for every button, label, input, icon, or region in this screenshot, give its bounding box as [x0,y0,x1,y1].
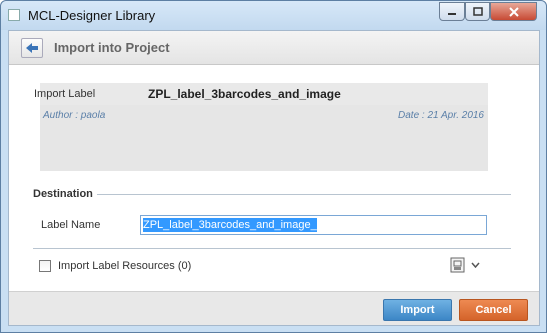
chevron-down-icon [471,262,480,268]
dialog-header: Import into Project [9,31,539,65]
dialog-footer: Import Cancel [9,291,539,325]
label-name-caption: Label Name [41,219,101,231]
import-resources-label[interactable]: Import Label Resources (0) [58,260,191,272]
author-text: Author : paola [43,110,106,121]
destination-section-title: Destination [33,188,93,200]
page-title: Import into Project [54,40,170,55]
section-divider [97,194,511,195]
import-button[interactable]: Import [383,299,452,321]
minimize-button[interactable] [439,2,465,21]
dialog-content: Import into Project ZPL_label_3barcodes_… [8,30,540,326]
resources-icon [450,257,465,273]
minimize-icon [448,12,456,15]
title-bar[interactable]: MCL-Designer Library [1,1,546,30]
import-resources-checkbox[interactable] [39,260,51,272]
label-name-input[interactable] [143,218,484,232]
back-button[interactable] [21,38,43,58]
dialog-window: MCL-Designer Library Import into Project… [0,0,547,333]
maximize-icon [472,7,483,16]
label-info-box: ZPL_label_3barcodes_and_image Author : p… [40,83,488,171]
date-text: Date : 21 Apr. 2016 [398,110,484,121]
cancel-button[interactable]: Cancel [459,299,528,321]
maximize-button[interactable] [465,2,490,21]
import-label-caption: Import Label [34,88,96,100]
app-icon [8,9,20,21]
close-button[interactable] [490,2,537,21]
close-icon [508,6,519,17]
resources-menu-button[interactable] [450,257,480,273]
window-title: MCL-Designer Library [28,8,156,23]
divider [33,248,511,249]
label-name-text: ZPL_label_3barcodes_and_image [148,87,341,101]
back-arrow-icon [26,43,38,53]
label-name-field[interactable] [140,215,487,235]
